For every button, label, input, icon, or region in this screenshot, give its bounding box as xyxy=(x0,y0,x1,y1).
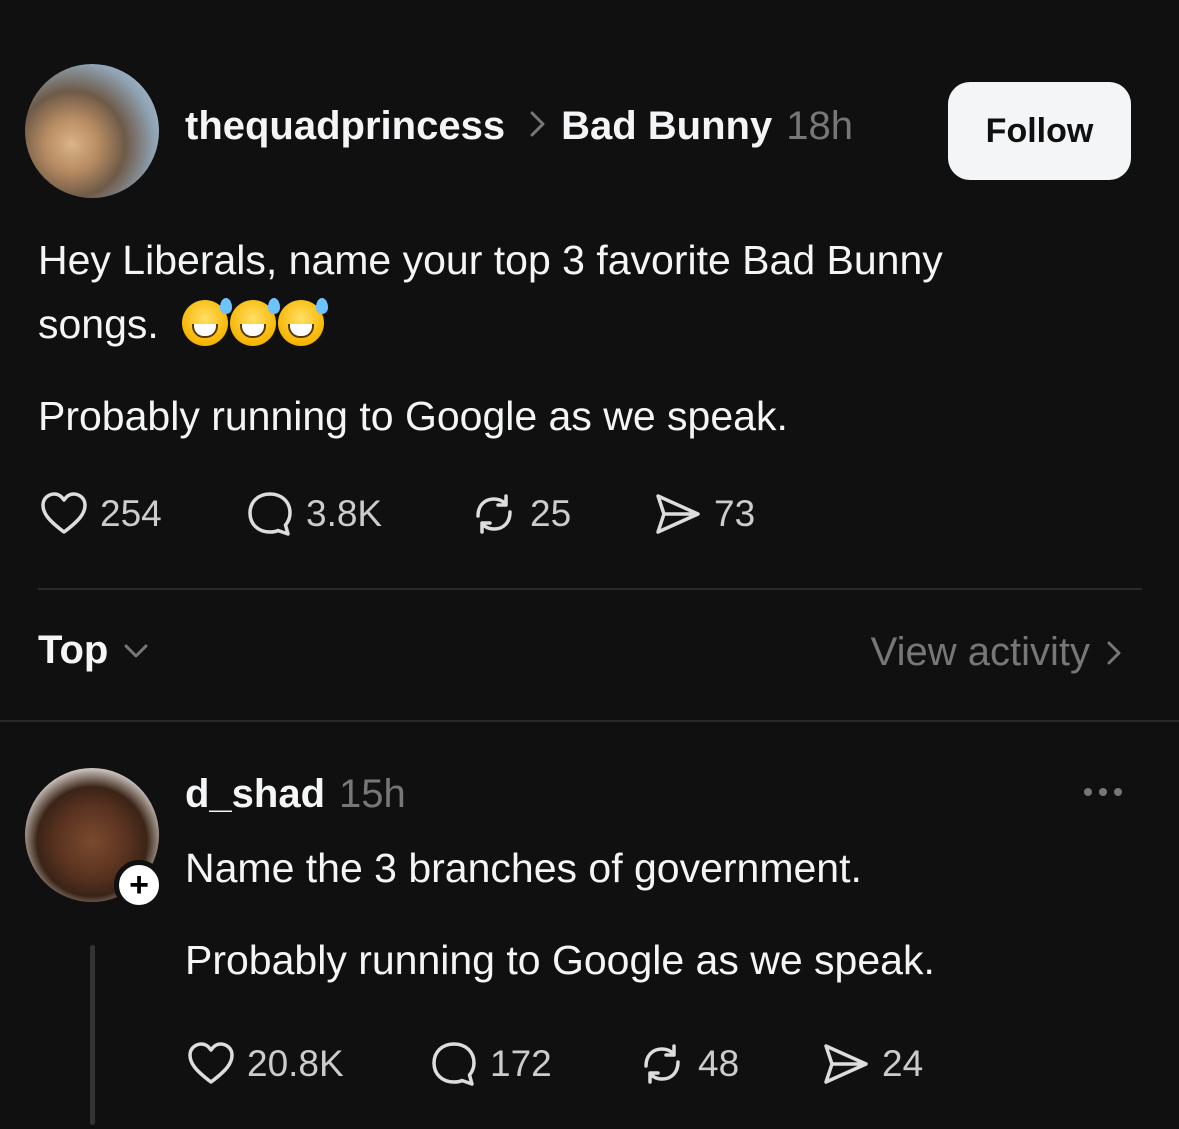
grinning-sweat-emoji-icon xyxy=(182,298,233,346)
send-icon xyxy=(656,494,700,534)
thread-line xyxy=(90,945,95,1125)
reply-author-username[interactable]: d_shad xyxy=(185,772,325,817)
post-text-line-2: songs. xyxy=(38,292,329,356)
grinning-sweat-emoji-icon xyxy=(230,298,281,346)
sort-dropdown[interactable]: Top xyxy=(38,628,150,673)
divider xyxy=(0,720,1179,722)
share-button[interactable]: 73 xyxy=(652,488,755,540)
view-activity-label: View activity xyxy=(870,630,1090,674)
post-text-songs: songs. xyxy=(38,301,159,347)
heart-icon xyxy=(41,492,87,534)
share-count: 73 xyxy=(714,493,756,534)
heart-icon xyxy=(188,1042,234,1084)
grinning-sweat-emoji-icon xyxy=(278,298,329,346)
author-username[interactable]: thequadprincess xyxy=(185,104,505,149)
reply-like-count: 20.8K xyxy=(247,1043,344,1084)
reply-share-count: 24 xyxy=(882,1043,924,1084)
more-icon[interactable] xyxy=(1084,788,1122,796)
post-text-line-1: Hey Liberals, name your top 3 favorite B… xyxy=(38,237,943,283)
post-time: 18h xyxy=(786,104,853,148)
reply-time: 15h xyxy=(339,772,406,816)
reply-reply-count: 172 xyxy=(490,1043,552,1084)
reply-count: 3.8K xyxy=(306,493,383,534)
chevron-right-icon xyxy=(527,109,549,144)
topic-link[interactable]: Bad Bunny xyxy=(561,104,772,149)
reply-button[interactable]: 3.8K xyxy=(244,488,382,540)
chevron-right-icon xyxy=(1107,641,1121,664)
reply-text-line-2: Probably running to Google as we speak. xyxy=(185,937,935,983)
like-count: 254 xyxy=(100,493,162,534)
send-icon xyxy=(824,1044,868,1084)
chevron-down-icon xyxy=(124,644,148,657)
view-activity-link[interactable]: View activity xyxy=(871,630,1124,675)
reply-repost-count: 48 xyxy=(698,1043,740,1084)
divider xyxy=(38,588,1142,590)
sort-label: Top xyxy=(38,628,109,672)
reply-repost-button[interactable]: 48 xyxy=(636,1038,739,1090)
repost-count: 25 xyxy=(530,493,572,534)
repost-icon xyxy=(476,494,512,534)
post-header: thequadprincess Bad Bunny 18h xyxy=(185,104,853,149)
reply-share-button[interactable]: 24 xyxy=(820,1038,923,1090)
reply-header: d_shad 15h xyxy=(185,772,406,817)
comment-icon xyxy=(432,1042,476,1086)
follow-button[interactable]: Follow xyxy=(948,82,1131,180)
reply-reply-button[interactable]: 172 xyxy=(428,1038,552,1090)
repost-icon xyxy=(644,1044,680,1084)
like-button[interactable]: 254 xyxy=(38,488,162,540)
repost-button[interactable]: 25 xyxy=(468,488,571,540)
post-text-line-3: Probably running to Google as we speak. xyxy=(38,393,788,439)
plus-icon[interactable]: + xyxy=(114,860,164,910)
reply-text-line-1: Name the 3 branches of government. xyxy=(185,845,862,891)
reply-like-button[interactable]: 20.8K xyxy=(185,1038,344,1090)
author-avatar[interactable] xyxy=(25,64,159,198)
comment-icon xyxy=(248,492,292,536)
